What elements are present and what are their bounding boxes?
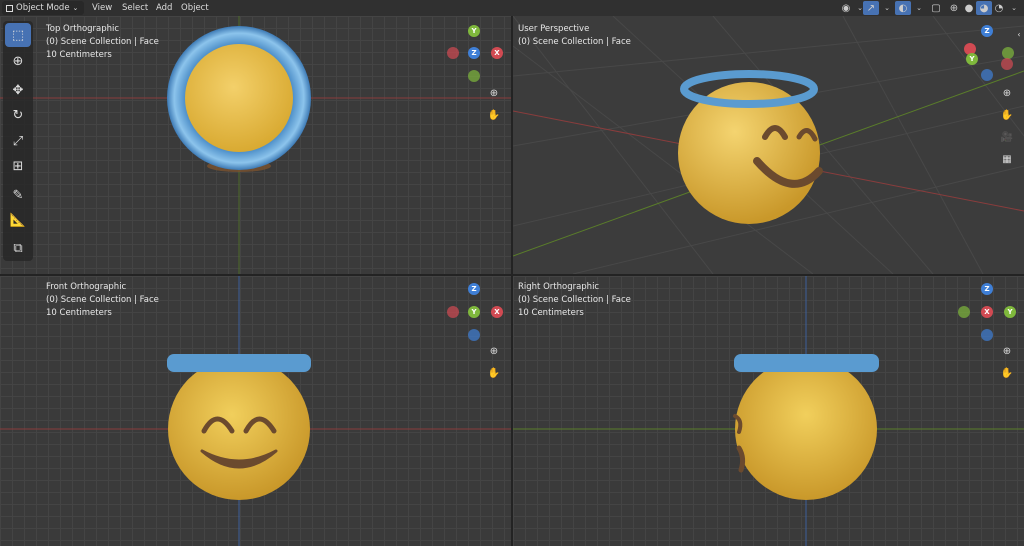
gizmo-neg-x-icon[interactable] (1001, 58, 1013, 70)
menu-view[interactable]: View (92, 1, 112, 15)
transform-icon[interactable]: ⊞ (5, 154, 31, 178)
gizmo-neg-y-icon[interactable] (958, 306, 970, 318)
cursor-icon[interactable]: ⊕ (5, 49, 31, 73)
gizmo-neg-z-icon[interactable] (981, 69, 993, 81)
mode-selector[interactable]: Object Mode ⌄ (2, 1, 84, 15)
scale-info: 10 Centimeters (46, 50, 112, 60)
gizmo-z-icon[interactable]: Z (468, 283, 480, 295)
blender-window: { "header":{"mode":"Object Mode","menus"… (0, 0, 1024, 546)
zoom-icon[interactable]: ⊕ (999, 85, 1015, 101)
pan-hand-icon[interactable]: ✋ (999, 107, 1015, 123)
viewport-front-orthographic[interactable]: Front Orthographic (0) Scene Collection … (0, 276, 511, 546)
face-front (168, 358, 310, 500)
chevron-down-icon[interactable]: ⌄ (911, 1, 927, 15)
collection-info: (0) Scene Collection | Face (46, 295, 159, 305)
zoom-icon[interactable]: ⊕ (486, 85, 502, 101)
viewport-top-orthographic[interactable]: Top Orthographic (0) Scene Collection | … (0, 16, 511, 274)
perspective-scene (513, 16, 1024, 274)
camera-icon[interactable]: 🎥 (999, 129, 1015, 145)
pan-hand-icon[interactable]: ✋ (486, 365, 502, 381)
viewport-header: Object Mode ⌄ View Select Add Object ◉ ⌄… (0, 0, 1024, 16)
collection-info: (0) Scene Collection | Face (518, 295, 631, 305)
menu-add[interactable]: Add (156, 1, 172, 15)
gizmo-y-icon[interactable]: Y (1004, 306, 1016, 318)
gizmo-neg-z-icon[interactable] (981, 329, 993, 341)
scale-info: 10 Centimeters (518, 308, 584, 318)
viewport-title: Top Orthographic (46, 24, 120, 34)
zoom-icon[interactable]: ⊕ (999, 343, 1015, 359)
gizmo-neg-x-icon[interactable] (447, 306, 459, 318)
measure-icon[interactable]: 📐 (5, 208, 31, 232)
scale-icon[interactable]: ⤢ (5, 129, 31, 153)
solid-shading-icon[interactable]: ● (961, 1, 977, 15)
gizmo-y-icon[interactable]: Y (966, 53, 978, 65)
annotate-icon[interactable]: ✎ (5, 183, 31, 207)
gizmo-x-icon[interactable]: X (491, 306, 503, 318)
rendered-shading-icon[interactable]: ◔ (991, 1, 1007, 15)
grid-projection-icon[interactable]: ▦ (999, 151, 1015, 167)
menu-select[interactable]: Select (122, 1, 148, 15)
gizmo-neg-x-icon[interactable] (447, 47, 459, 59)
gizmo-neg-y-icon[interactable] (468, 70, 480, 82)
gizmo-y-icon[interactable]: Y (468, 25, 480, 37)
gizmo-y-icon[interactable]: Y (468, 306, 480, 318)
face-top-view (185, 44, 293, 152)
chevron-down-icon: ⌄ (72, 4, 79, 12)
move-icon[interactable]: ✥ (5, 78, 31, 102)
xray-icon[interactable]: ▢ (928, 1, 944, 15)
material-shading-icon[interactable]: ◕ (976, 1, 992, 15)
viewport-separator-vertical[interactable] (511, 16, 513, 546)
pan-hand-icon[interactable]: ✋ (486, 107, 502, 123)
gizmo-z-icon[interactable]: Z (468, 47, 480, 59)
gizmo-toggle-icon[interactable]: ↗ (863, 1, 879, 15)
collection-info: (0) Scene Collection | Face (518, 37, 631, 47)
gizmo-neg-z-icon[interactable] (468, 329, 480, 341)
face-right (735, 358, 877, 500)
object-mode-icon (6, 4, 13, 12)
viewport-separator-horizontal[interactable] (0, 274, 1024, 276)
zoom-icon[interactable]: ⊕ (486, 343, 502, 359)
gizmo-x-icon[interactable]: X (981, 306, 993, 318)
viewport-title: Front Orthographic (46, 282, 127, 292)
add-cube-icon[interactable]: ⧉ (5, 236, 31, 260)
menu-object[interactable]: Object (181, 1, 209, 15)
rotate-icon[interactable]: ↻ (5, 103, 31, 127)
viewport-title: Right Orthographic (518, 282, 600, 292)
gizmo-z-icon[interactable]: Z (981, 283, 993, 295)
collection-info: (0) Scene Collection | Face (46, 37, 159, 47)
select-box-icon[interactable]: ⬚ (5, 23, 31, 47)
viewport-right-orthographic[interactable]: Right Orthographic (0) Scene Collection … (513, 276, 1024, 546)
gizmo-z-icon[interactable]: Z (981, 25, 993, 37)
pan-hand-icon[interactable]: ✋ (999, 365, 1015, 381)
overlay-toggle-icon[interactable]: ◐ (895, 1, 911, 15)
viewport-user-perspective[interactable]: User Perspective (0) Scene Collection | … (513, 16, 1024, 274)
wireframe-shading-icon[interactable]: ⊕ (946, 1, 962, 15)
chevron-down-icon[interactable]: ⌄ (1006, 1, 1022, 15)
gizmo-x-icon[interactable]: X (491, 47, 503, 59)
sidebar-toggle-icon[interactable]: ‹ (1011, 26, 1024, 42)
mode-label: Object Mode (16, 3, 70, 13)
scale-info: 10 Centimeters (46, 308, 112, 318)
chevron-down-icon[interactable]: ⌄ (879, 1, 895, 15)
halo-front (167, 354, 311, 372)
viewport-title: User Perspective (518, 24, 590, 34)
halo-right (734, 354, 879, 372)
